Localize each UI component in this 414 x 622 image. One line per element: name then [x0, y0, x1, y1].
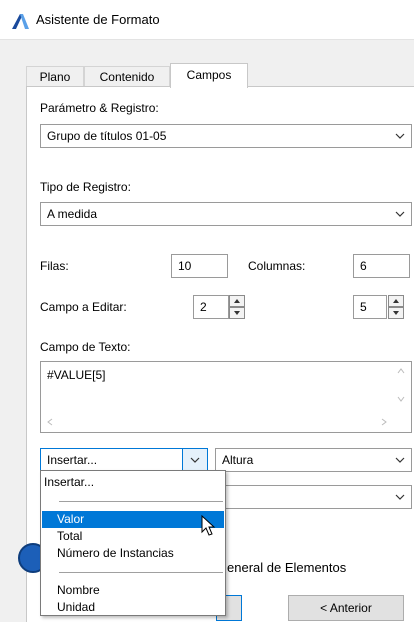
tipo-value: A medida [47, 207, 98, 221]
chevron-down-icon [395, 494, 405, 500]
scroll-left-icon[interactable] [47, 418, 53, 426]
altura-value: Altura [222, 453, 254, 467]
columnas-input[interactable]: 6 [353, 254, 410, 278]
texto-textarea[interactable]: #VALUE[5] [40, 361, 412, 433]
campo-editar-label: Campo a Editar: [40, 300, 127, 314]
tab-plano[interactable]: Plano [26, 66, 84, 87]
campo-editar-row-input[interactable]: 2 [193, 295, 229, 319]
campo-editar-row-stepper[interactable] [229, 295, 245, 319]
texto-value: #VALUE[5] [47, 368, 106, 382]
tab-contenido[interactable]: Contenido [84, 66, 170, 87]
scroll-right-icon[interactable] [381, 418, 387, 426]
settings-partial-label: eneral de Elementos [227, 560, 347, 575]
chevron-down-icon [395, 457, 405, 463]
tab-campos[interactable]: Campos [170, 63, 248, 88]
parametro-select[interactable]: Grupo de títulos 01-05 [40, 124, 412, 148]
campo-editar-col-stepper[interactable] [388, 295, 404, 319]
altura-select[interactable]: Altura [215, 448, 412, 472]
insertar-dropdown-button[interactable] [182, 448, 208, 472]
campo-editar-col-input[interactable]: 5 [353, 295, 387, 319]
stepper-up-icon[interactable] [229, 295, 245, 307]
campo-editar-col-value: 5 [360, 300, 367, 314]
filas-value: 10 [178, 259, 192, 273]
stepper-down-icon[interactable] [388, 307, 404, 319]
window-title: Asistente de Formato [36, 12, 160, 27]
scroll-up-icon[interactable] [397, 368, 405, 374]
parametro-label: Parámetro & Registro: [40, 101, 159, 115]
dropdown-item-nombre[interactable]: Nombre [42, 582, 224, 599]
stepper-down-icon[interactable] [229, 307, 245, 319]
tipo-select[interactable]: A medida [40, 202, 412, 226]
chevron-down-icon [395, 211, 405, 217]
second-select[interactable] [215, 485, 412, 509]
dropdown-separator [59, 501, 223, 502]
insertar-dropdown-list: Insertar... Valor Total Número de Instan… [40, 470, 226, 616]
tipo-label: Tipo de Registro: [40, 180, 131, 194]
mouse-cursor-icon [201, 515, 216, 536]
title-bar: Asistente de Formato [0, 0, 414, 40]
chevron-down-icon [395, 133, 405, 139]
texto-label: Campo de Texto: [40, 340, 131, 354]
anterior-button[interactable]: < Anterior [288, 595, 404, 621]
filas-input[interactable]: 10 [171, 254, 228, 278]
dropdown-item-numero-instancias[interactable]: Número de Instancias [42, 545, 224, 562]
chevron-down-icon [190, 457, 200, 463]
stepper-up-icon[interactable] [388, 295, 404, 307]
campo-editar-row-value: 2 [200, 300, 207, 314]
dropdown-item-valor[interactable]: Valor [42, 511, 224, 528]
insertar-value: Insertar... [47, 453, 98, 467]
scroll-down-icon[interactable] [397, 396, 405, 402]
archicad-app-icon [12, 14, 29, 29]
dropdown-item-insertar[interactable]: Insertar... [42, 474, 224, 491]
dropdown-item-total[interactable]: Total [42, 528, 224, 545]
dropdown-separator [59, 572, 223, 573]
columnas-label: Columnas: [248, 259, 306, 273]
parametro-value: Grupo de títulos 01-05 [47, 129, 167, 143]
filas-label: Filas: [40, 259, 69, 273]
dropdown-item-unidad[interactable]: Unidad [42, 599, 224, 616]
columnas-value: 6 [360, 259, 367, 273]
